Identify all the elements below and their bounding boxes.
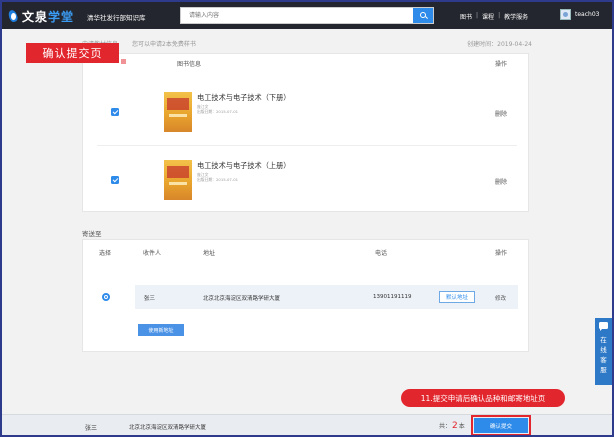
book-title[interactable]: 电工技术与电子技术（下册） bbox=[197, 93, 290, 103]
edit-address-link[interactable]: 修改 bbox=[495, 294, 506, 302]
col-phone: 电话 bbox=[375, 250, 388, 257]
book-pubdate: 出版日期：2015-07-01 bbox=[197, 109, 239, 114]
top-nav: 图书 | 课程 | 教学服务 bbox=[460, 12, 528, 21]
application-subheader: 申请教材信息 您可以申请2本免费样书 创建时间：2019-04-24 bbox=[82, 39, 532, 49]
summary-recipient: 张三 bbox=[85, 425, 98, 432]
col-operation: 操作 bbox=[495, 61, 508, 68]
user-menu[interactable]: teach03 bbox=[560, 9, 599, 20]
search-box bbox=[180, 7, 434, 24]
book-row: 电工技术与电子技术（上册） 庞江文 出版日期：2015-07-01 删除 bbox=[97, 146, 517, 204]
total-prefix: 共： bbox=[439, 423, 452, 430]
book-title[interactable]: 电工技术与电子技术（上册） bbox=[197, 161, 290, 171]
col-select: 选择 bbox=[99, 250, 112, 257]
avatar bbox=[560, 9, 571, 20]
col-address: 地址 bbox=[203, 250, 216, 257]
address-card: 选择 收件人 地址 电话 操作 张三 北京北京海淀区双清路学研大厦 139011… bbox=[82, 239, 529, 352]
site-name: 清华社发行部知识库 bbox=[87, 14, 146, 22]
summary-total: 共： 2 本 bbox=[439, 421, 465, 431]
book-meta: 庞江文 出版日期：2015-07-01 bbox=[197, 172, 238, 182]
delete-book-button[interactable]: 删除 bbox=[495, 109, 507, 118]
chat-icon bbox=[599, 322, 608, 331]
username: teach03 bbox=[575, 11, 600, 18]
book-checkbox[interactable] bbox=[111, 176, 119, 184]
created-date: 创建时间：2019-04-24 bbox=[467, 41, 532, 48]
col-recipient: 收件人 bbox=[143, 250, 162, 257]
logo-text-a: 文泉 bbox=[22, 9, 49, 24]
recipient-address: 北京北京海淀区双清路学研大厦 bbox=[203, 296, 281, 302]
default-address-button[interactable]: 默认地址 bbox=[439, 291, 475, 303]
summary-address: 北京北京海淀区双清路学研大厦 bbox=[129, 425, 207, 431]
address-table-header: 选择 收件人 地址 电话 操作 bbox=[83, 248, 528, 258]
col-operation: 操作 bbox=[495, 250, 508, 257]
recipient-phone: 13901191119 bbox=[373, 294, 412, 300]
book-cover-image[interactable] bbox=[164, 92, 192, 132]
books-card: 图书信息 操作 电工技术与电子技术（下册） 庞江文 出版日期：2015-07-0… bbox=[82, 53, 529, 212]
online-support-label: 在 线 客 服 bbox=[600, 335, 607, 375]
logo-drop-icon bbox=[7, 8, 19, 24]
search-icon bbox=[419, 12, 426, 18]
support-char: 服 bbox=[600, 366, 607, 374]
site-logo[interactable]: 文泉学堂 bbox=[7, 7, 74, 25]
use-new-address-button[interactable]: 使用新地址 bbox=[138, 324, 184, 336]
book-pubdate: 出版日期：2015-07-01 bbox=[197, 177, 239, 182]
quota-hint: 您可以申请2本免费样书 bbox=[132, 41, 196, 48]
address-radio[interactable] bbox=[102, 293, 110, 301]
support-char: 在 bbox=[600, 336, 607, 344]
select-all-checkbox[interactable] bbox=[121, 59, 126, 64]
col-book-info: 图书信息 bbox=[177, 61, 202, 68]
step-annotation: 11.提交申请后确认品种和邮寄地址页 bbox=[401, 389, 565, 407]
logo-text: 文泉学堂 bbox=[22, 8, 74, 25]
online-support-widget[interactable]: 在 线 客 服 bbox=[595, 318, 612, 385]
support-char: 客 bbox=[600, 356, 607, 364]
top-navigation-bar: 文泉学堂 清华社发行部知识库 图书 | 课程 | 教学服务 teach03 bbox=[2, 2, 612, 29]
books-table-header: 图书信息 操作 bbox=[83, 58, 528, 70]
page-label-badge: 确认提交页 bbox=[26, 43, 119, 63]
confirm-submit-button[interactable]: 确认提交 bbox=[471, 415, 531, 435]
search-button[interactable] bbox=[413, 8, 433, 23]
nav-books[interactable]: 图书 bbox=[460, 12, 472, 21]
ship-to-label: 寄送至 bbox=[82, 230, 102, 238]
book-meta: 庞江文 出版日期：2015-07-01 bbox=[197, 104, 238, 114]
bottom-summary-bar: 张三 北京北京海淀区双清路学研大厦 共： 2 本 确认提交 bbox=[2, 414, 612, 435]
support-char: 线 bbox=[600, 346, 607, 354]
nav-separator: | bbox=[476, 12, 479, 19]
search-input[interactable] bbox=[181, 8, 413, 23]
total-count: 2 bbox=[452, 421, 458, 431]
nav-courses[interactable]: 课程 bbox=[482, 12, 494, 21]
total-suffix: 本 bbox=[458, 423, 465, 430]
book-cover-image[interactable] bbox=[164, 160, 192, 200]
book-checkbox[interactable] bbox=[111, 108, 119, 116]
nav-separator: | bbox=[498, 12, 501, 19]
book-row: 电工技术与电子技术（下册） 庞江文 出版日期：2015-07-01 删除 bbox=[97, 84, 517, 146]
recipient-name: 张三 bbox=[144, 296, 156, 302]
nav-teaching-services[interactable]: 教学服务 bbox=[504, 12, 528, 21]
logo-text-b: 学堂 bbox=[48, 9, 75, 24]
page-frame: 文泉学堂 清华社发行部知识库 图书 | 课程 | 教学服务 teach03 申请… bbox=[0, 0, 614, 437]
delete-book-button[interactable]: 删除 bbox=[495, 177, 507, 186]
